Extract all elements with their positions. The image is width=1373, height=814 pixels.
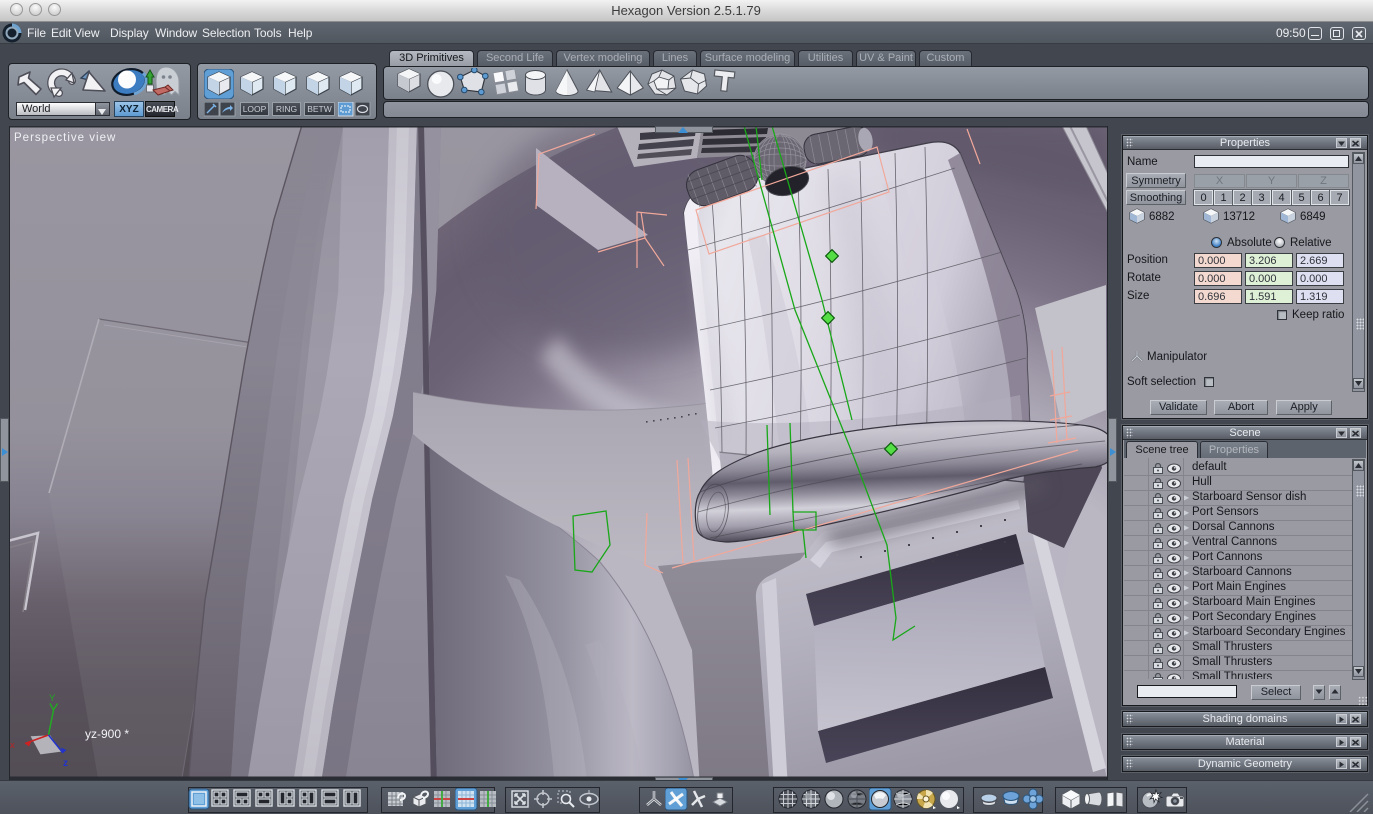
svg-text:Y: Y [49, 693, 56, 704]
svg-text:x: x [10, 740, 15, 751]
svg-text:Perspective view: Perspective view [14, 132, 116, 144]
svg-text:yz-900 *: yz-900 * [85, 727, 129, 741]
svg-text:z: z [63, 758, 68, 769]
